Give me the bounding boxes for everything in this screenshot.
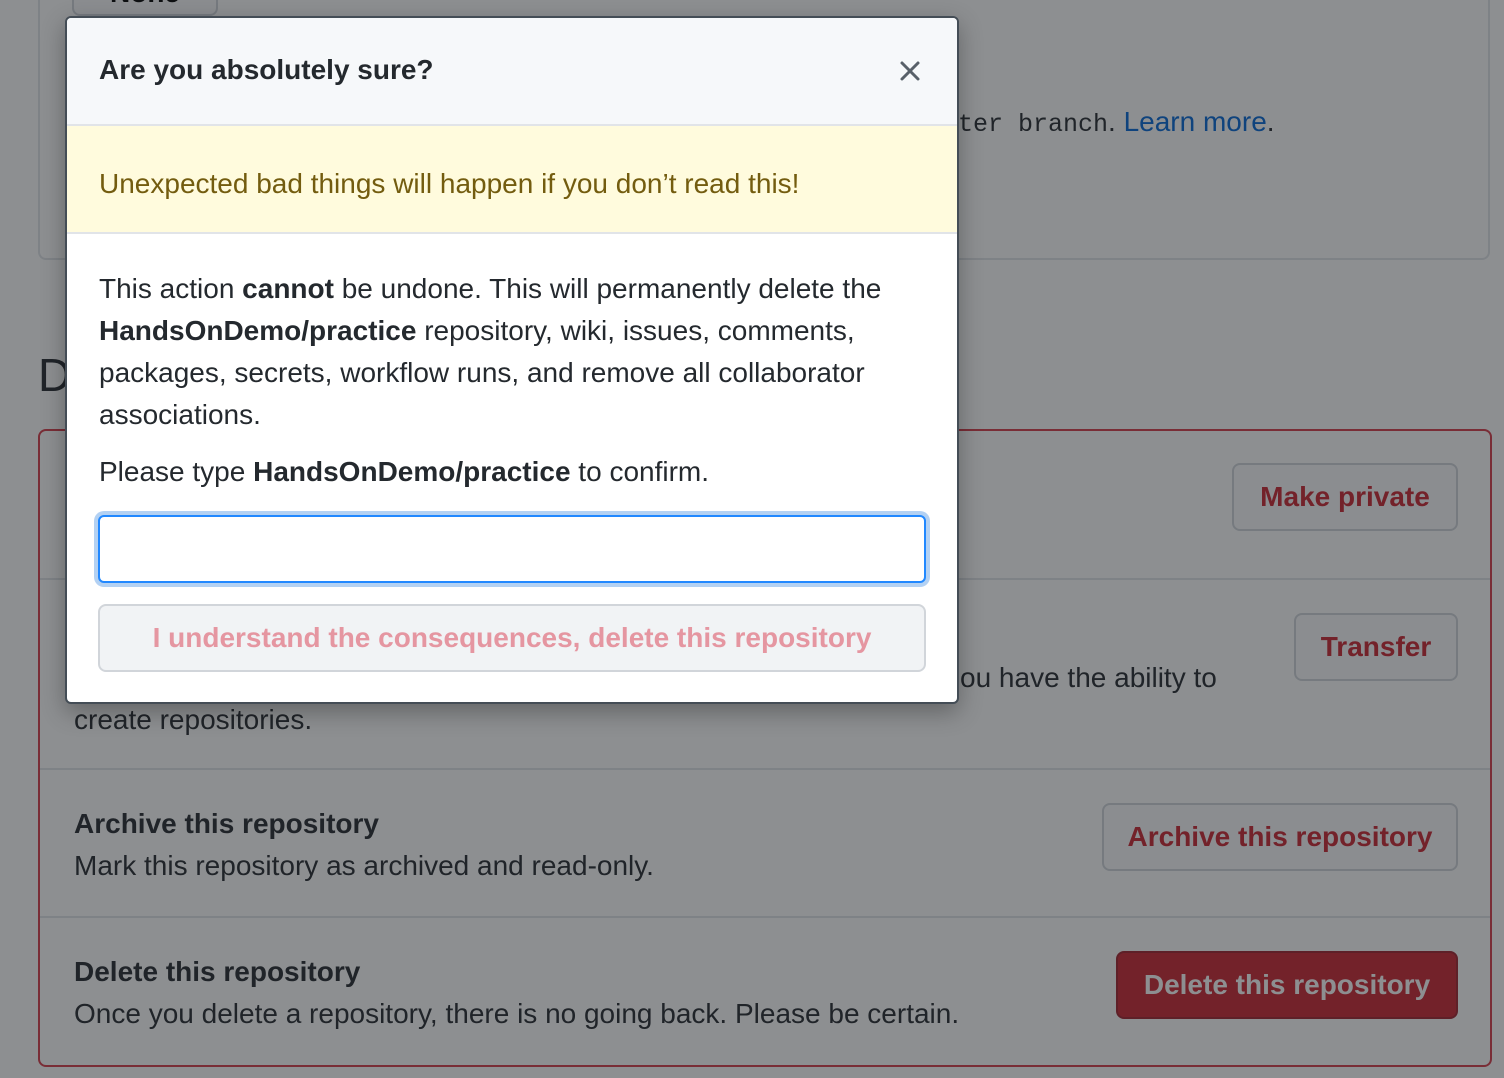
body-text-part2: be undone. This will permanently delete … (333, 273, 882, 304)
dialog-body-text: This action cannot be undone. This will … (99, 268, 939, 436)
confirm-suffix: to confirm. (570, 456, 710, 487)
dialog-header: Are you absolutely sure? (67, 18, 957, 126)
confirm-prefix: Please type (99, 456, 254, 487)
warning-text: Unexpected bad things will happen if you… (99, 168, 800, 199)
body-text-part1: This action (99, 273, 243, 304)
confirm-instruction: Please type HandsOnDemo/practice to conf… (99, 456, 709, 488)
warning-banner: Unexpected bad things will happen if you… (67, 126, 957, 234)
confirm-repo-input[interactable] (98, 515, 926, 583)
body-text-repo-name: HandsOnDemo/practice (99, 315, 417, 346)
body-text-cannot: cannot (242, 273, 334, 304)
dialog-title: Are you absolutely sure? (99, 54, 434, 85)
close-icon[interactable] (895, 56, 925, 86)
settings-page: None ter branch. Learn more. D Make priv… (0, 0, 1504, 1078)
delete-confirm-dialog: Are you absolutely sure? Unexpected bad … (65, 16, 959, 704)
confirm-delete-button[interactable]: I understand the consequences, delete th… (98, 604, 926, 672)
confirm-repo-name: HandsOnDemo/practice (253, 456, 571, 487)
